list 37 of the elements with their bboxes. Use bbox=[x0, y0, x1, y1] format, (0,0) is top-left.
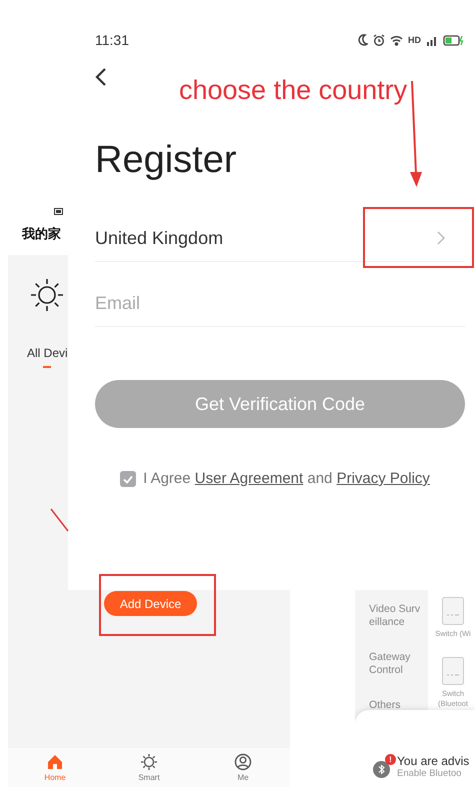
category-item[interactable]: Others bbox=[369, 699, 425, 712]
agreement-text: I Agree User Agreement and Privacy Policy bbox=[143, 470, 430, 487]
sun-icon bbox=[29, 277, 65, 313]
wall-switch-icon bbox=[442, 657, 464, 685]
wall-switch-icon bbox=[442, 597, 464, 625]
signal-icon bbox=[426, 34, 438, 46]
alert-badge: ! bbox=[385, 754, 396, 765]
bluetooth-icon bbox=[373, 761, 390, 778]
chevron-right-icon bbox=[437, 231, 445, 245]
status-time: 11:31 bbox=[95, 32, 129, 48]
category-item[interactable]: Gateway Control bbox=[369, 651, 425, 677]
agreement-link[interactable]: Privacy Policy bbox=[336, 470, 430, 487]
back-icon[interactable] bbox=[95, 67, 107, 87]
home-title: 我的家 bbox=[22, 225, 61, 243]
annotation-line bbox=[50, 508, 69, 532]
agreement-checkbox[interactable] bbox=[120, 470, 136, 486]
network-label: HD bbox=[408, 35, 421, 45]
add-device-button[interactable]: Add Device bbox=[104, 591, 197, 616]
notice-subtitle: Enable Bluetoo bbox=[397, 768, 462, 779]
nav-tab[interactable]: Home bbox=[8, 748, 102, 787]
category-item[interactable]: Video Surv eillance bbox=[369, 603, 425, 629]
page-title: Register bbox=[95, 138, 238, 182]
profile-icon bbox=[234, 753, 252, 771]
home-icon bbox=[46, 753, 64, 771]
annotation-label: choose the country bbox=[179, 75, 408, 106]
sun-icon bbox=[140, 753, 158, 771]
notice-title: You are advis bbox=[397, 754, 470, 768]
status-icon bbox=[54, 208, 63, 215]
country-selector[interactable]: United Kingdom bbox=[95, 215, 465, 262]
battery-charging-icon bbox=[443, 34, 465, 46]
moon-icon bbox=[358, 34, 368, 46]
alarm-icon bbox=[373, 34, 385, 46]
device-tab[interactable]: All Devi bbox=[27, 346, 68, 368]
nav-tab[interactable]: Me bbox=[196, 748, 290, 787]
nav-tab[interactable]: Smart bbox=[102, 748, 196, 787]
wifi-icon bbox=[390, 34, 403, 46]
agreement-link[interactable]: User Agreement bbox=[194, 470, 304, 487]
